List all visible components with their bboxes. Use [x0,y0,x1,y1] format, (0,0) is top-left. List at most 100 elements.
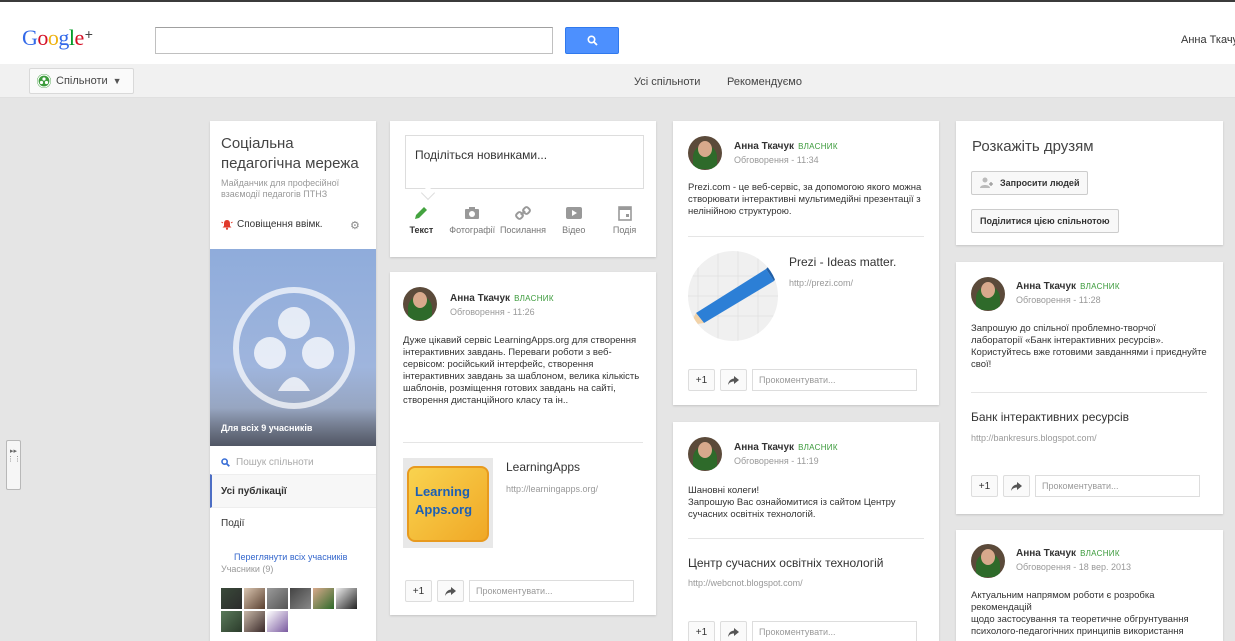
plus-one-button[interactable]: +1 [971,475,998,497]
avatar[interactable] [221,611,242,632]
post-text: Дуже цікавий сервіс LearningApps.org для… [403,335,640,406]
link-title[interactable]: LearningApps [506,460,580,474]
members-summary: Для всіх 9 учасників [221,423,313,433]
share-box: Поділіться новинками... Текст Фотографії… [390,121,656,257]
share-button[interactable] [720,621,747,641]
share-tools: Текст Фотографії Посилання Відео Подія [390,201,656,247]
avatar[interactable] [688,437,722,471]
bell-icon [221,220,233,230]
link-title[interactable]: Банк інтерактивних ресурсів [971,410,1129,424]
top-stripe [0,0,1235,8]
share-input[interactable]: Поділіться новинками... [405,135,644,189]
post-prezi: Анна Ткачук ВЛАСНИК Обговорення - 11:34 P… [673,121,939,405]
owner-badge: ВЛАСНИК [1080,549,1120,558]
post-learningapps: Анна Ткачук ВЛАСНИК Обговорення - 11:26 Д… [390,272,656,615]
post-author[interactable]: Анна Ткачук ВЛАСНИК [1016,548,1120,559]
search-input[interactable] [155,27,553,54]
avatar[interactable] [267,588,288,609]
post-bankresurs: Анна Ткачук ВЛАСНИК Обговорення - 11:28 З… [956,262,1223,514]
owner-badge: ВЛАСНИК [798,142,838,151]
post-meta[interactable]: Обговорення - 11:26 [450,307,535,317]
share-arrow-icon [728,375,739,385]
tab-all-communities[interactable]: Усі спільноти [634,76,700,88]
owner-badge: ВЛАСНИК [1080,282,1120,291]
post-text: Запрошую до спільної проблемно-творчої л… [971,323,1207,370]
pencil-icon [412,201,430,225]
link-thumbnail[interactable] [688,251,778,341]
link-title[interactable]: Центр сучасних освітніх технологій [688,556,883,570]
avatar[interactable] [290,588,311,609]
link-url[interactable]: http://bankresurs.blogspot.com/ [971,433,1097,443]
post-author[interactable]: Анна Ткачук ВЛАСНИК [734,442,838,453]
share-button[interactable] [1003,475,1030,497]
plus-one-button[interactable]: +1 [688,621,715,641]
post-meta[interactable]: Обговорення - 11:19 [734,456,819,466]
google-plus-logo[interactable]: Google+ [22,25,93,51]
comment-input[interactable]: Прокоментувати... [752,621,917,641]
avatar[interactable] [336,588,357,609]
link-title[interactable]: Prezi - Ideas matter. [789,255,896,269]
share-event-button[interactable]: Подія [602,201,647,247]
post-text: Prezi.com - це веб-сервіс, за допомогою … [688,182,922,217]
avatar[interactable] [313,588,334,609]
link-url[interactable]: http://webcnot.blogspot.com/ [688,578,803,588]
add-person-icon [980,177,993,188]
avatar[interactable] [971,544,1005,578]
share-button[interactable] [720,369,747,391]
avatar[interactable] [971,277,1005,311]
post-actions: +1 Прокоментувати... [405,580,634,602]
comment-input[interactable]: Прокоментувати... [469,580,634,602]
post-author[interactable]: Анна Ткачук ВЛАСНИК [734,141,838,152]
search-icon [586,35,598,46]
avatar[interactable] [244,611,265,632]
avatar[interactable] [221,588,242,609]
share-video-button[interactable]: Відео [551,201,596,247]
tab-recommended[interactable]: Рекомендуємо [727,76,802,88]
top-bar: Google+ Анна Ткачук [0,8,1235,64]
communities-dropdown[interactable]: Спільноти ▼ [29,68,134,94]
share-arrow-icon [728,627,739,637]
plus-one-button[interactable]: +1 [688,369,715,391]
owner-badge: ВЛАСНИК [514,294,554,303]
notifications-toggle[interactable]: Сповіщення ввімк. [221,219,323,230]
comment-input[interactable]: Прокоментувати... [752,369,917,391]
avatar[interactable] [267,611,288,632]
members-count: Учасники (9) [221,564,274,574]
link-url[interactable]: http://learningapps.org/ [506,484,598,494]
share-text-button[interactable]: Текст [399,201,444,247]
link-url[interactable]: http://prezi.com/ [789,278,853,288]
post-text: Актуальним напрямом роботи є розробка ре… [971,590,1189,637]
owner-badge: ВЛАСНИК [798,443,838,452]
post-author[interactable]: Анна Ткачук ВЛАСНИК [450,293,554,304]
video-icon [565,201,583,225]
invite-people-button[interactable]: Запросити людей [971,171,1089,195]
avatar[interactable] [403,287,437,321]
post-author[interactable]: Анна Ткачук ВЛАСНИК [1016,281,1120,292]
search-icon [221,458,230,467]
nav-events[interactable]: Події [221,518,244,529]
expand-handle-icon[interactable]: ▸▸ ⋮⋮ [6,440,21,490]
comment-input[interactable]: Прокоментувати... [1035,475,1200,497]
post-meta[interactable]: Обговорення - 11:34 [734,155,819,165]
post-text: Шановні колеги! Запрошую Вас ознайомитис… [688,485,896,520]
avatar[interactable] [244,588,265,609]
nav-all-posts[interactable]: Усі публікації [210,474,376,508]
post-actions: +1 Прокоментувати... [971,475,1200,497]
community-search[interactable]: Пошук спільноти [221,457,314,468]
search-button[interactable] [565,27,619,54]
share-community-button[interactable]: Поділитися цією спільнотою [971,209,1119,233]
plus-one-button[interactable]: +1 [405,580,432,602]
post-actions: +1 Прокоментувати... [688,621,917,641]
view-all-members-link[interactable]: Переглянути всіх учасників [234,552,347,562]
avatar[interactable] [688,136,722,170]
share-photos-button[interactable]: Фотографії [449,201,495,247]
share-link-button[interactable]: Посилання [500,201,546,247]
link-thumbnail[interactable]: Learning Apps.org [403,458,493,548]
user-name[interactable]: Анна Ткачук [1181,34,1235,46]
pencil-icon [688,251,778,341]
post-meta[interactable]: Обговорення - 11:28 [1016,295,1101,305]
share-arrow-icon [445,586,456,596]
post-meta[interactable]: Обговорення - 18 вер. 2013 [1016,562,1131,572]
gear-icon[interactable]: ⚙ [350,219,360,232]
share-button[interactable] [437,580,464,602]
